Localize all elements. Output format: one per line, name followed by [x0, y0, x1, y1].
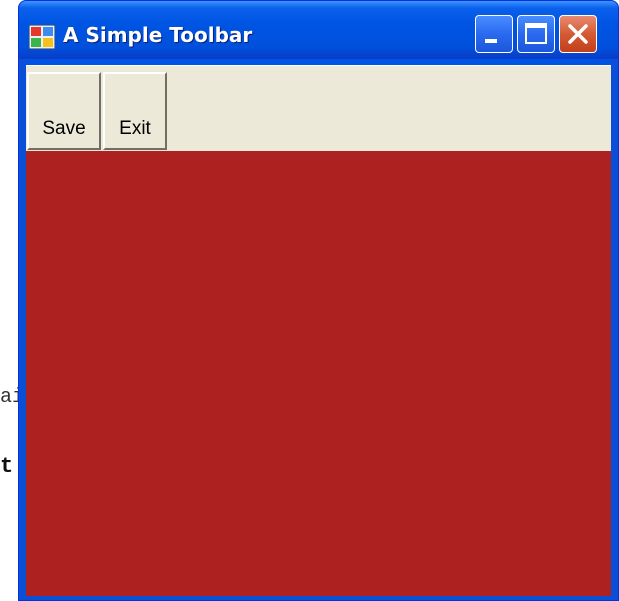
toolbar: Save Exit — [26, 65, 611, 151]
window-title: A Simple Toolbar — [63, 23, 253, 47]
maximize-icon — [525, 23, 547, 44]
window-frame-left[interactable] — [19, 59, 26, 600]
maximize-button[interactable] — [517, 15, 555, 53]
title-bar[interactable]: A Simple Toolbar — [19, 1, 618, 59]
app-window-icon — [29, 25, 55, 49]
minimize-button[interactable] — [475, 15, 513, 53]
client-area — [26, 151, 611, 596]
save-button[interactable]: Save — [27, 72, 101, 150]
exit-button[interactable]: Exit — [103, 72, 167, 150]
minimize-icon — [485, 39, 497, 43]
window-frame-right[interactable] — [611, 59, 618, 600]
close-icon — [568, 24, 588, 44]
app-window: A Simple Toolbar Save Exit — [18, 0, 619, 601]
close-button[interactable] — [559, 15, 597, 53]
save-button-label: Save — [42, 118, 86, 139]
exit-button-label: Exit — [119, 118, 151, 139]
